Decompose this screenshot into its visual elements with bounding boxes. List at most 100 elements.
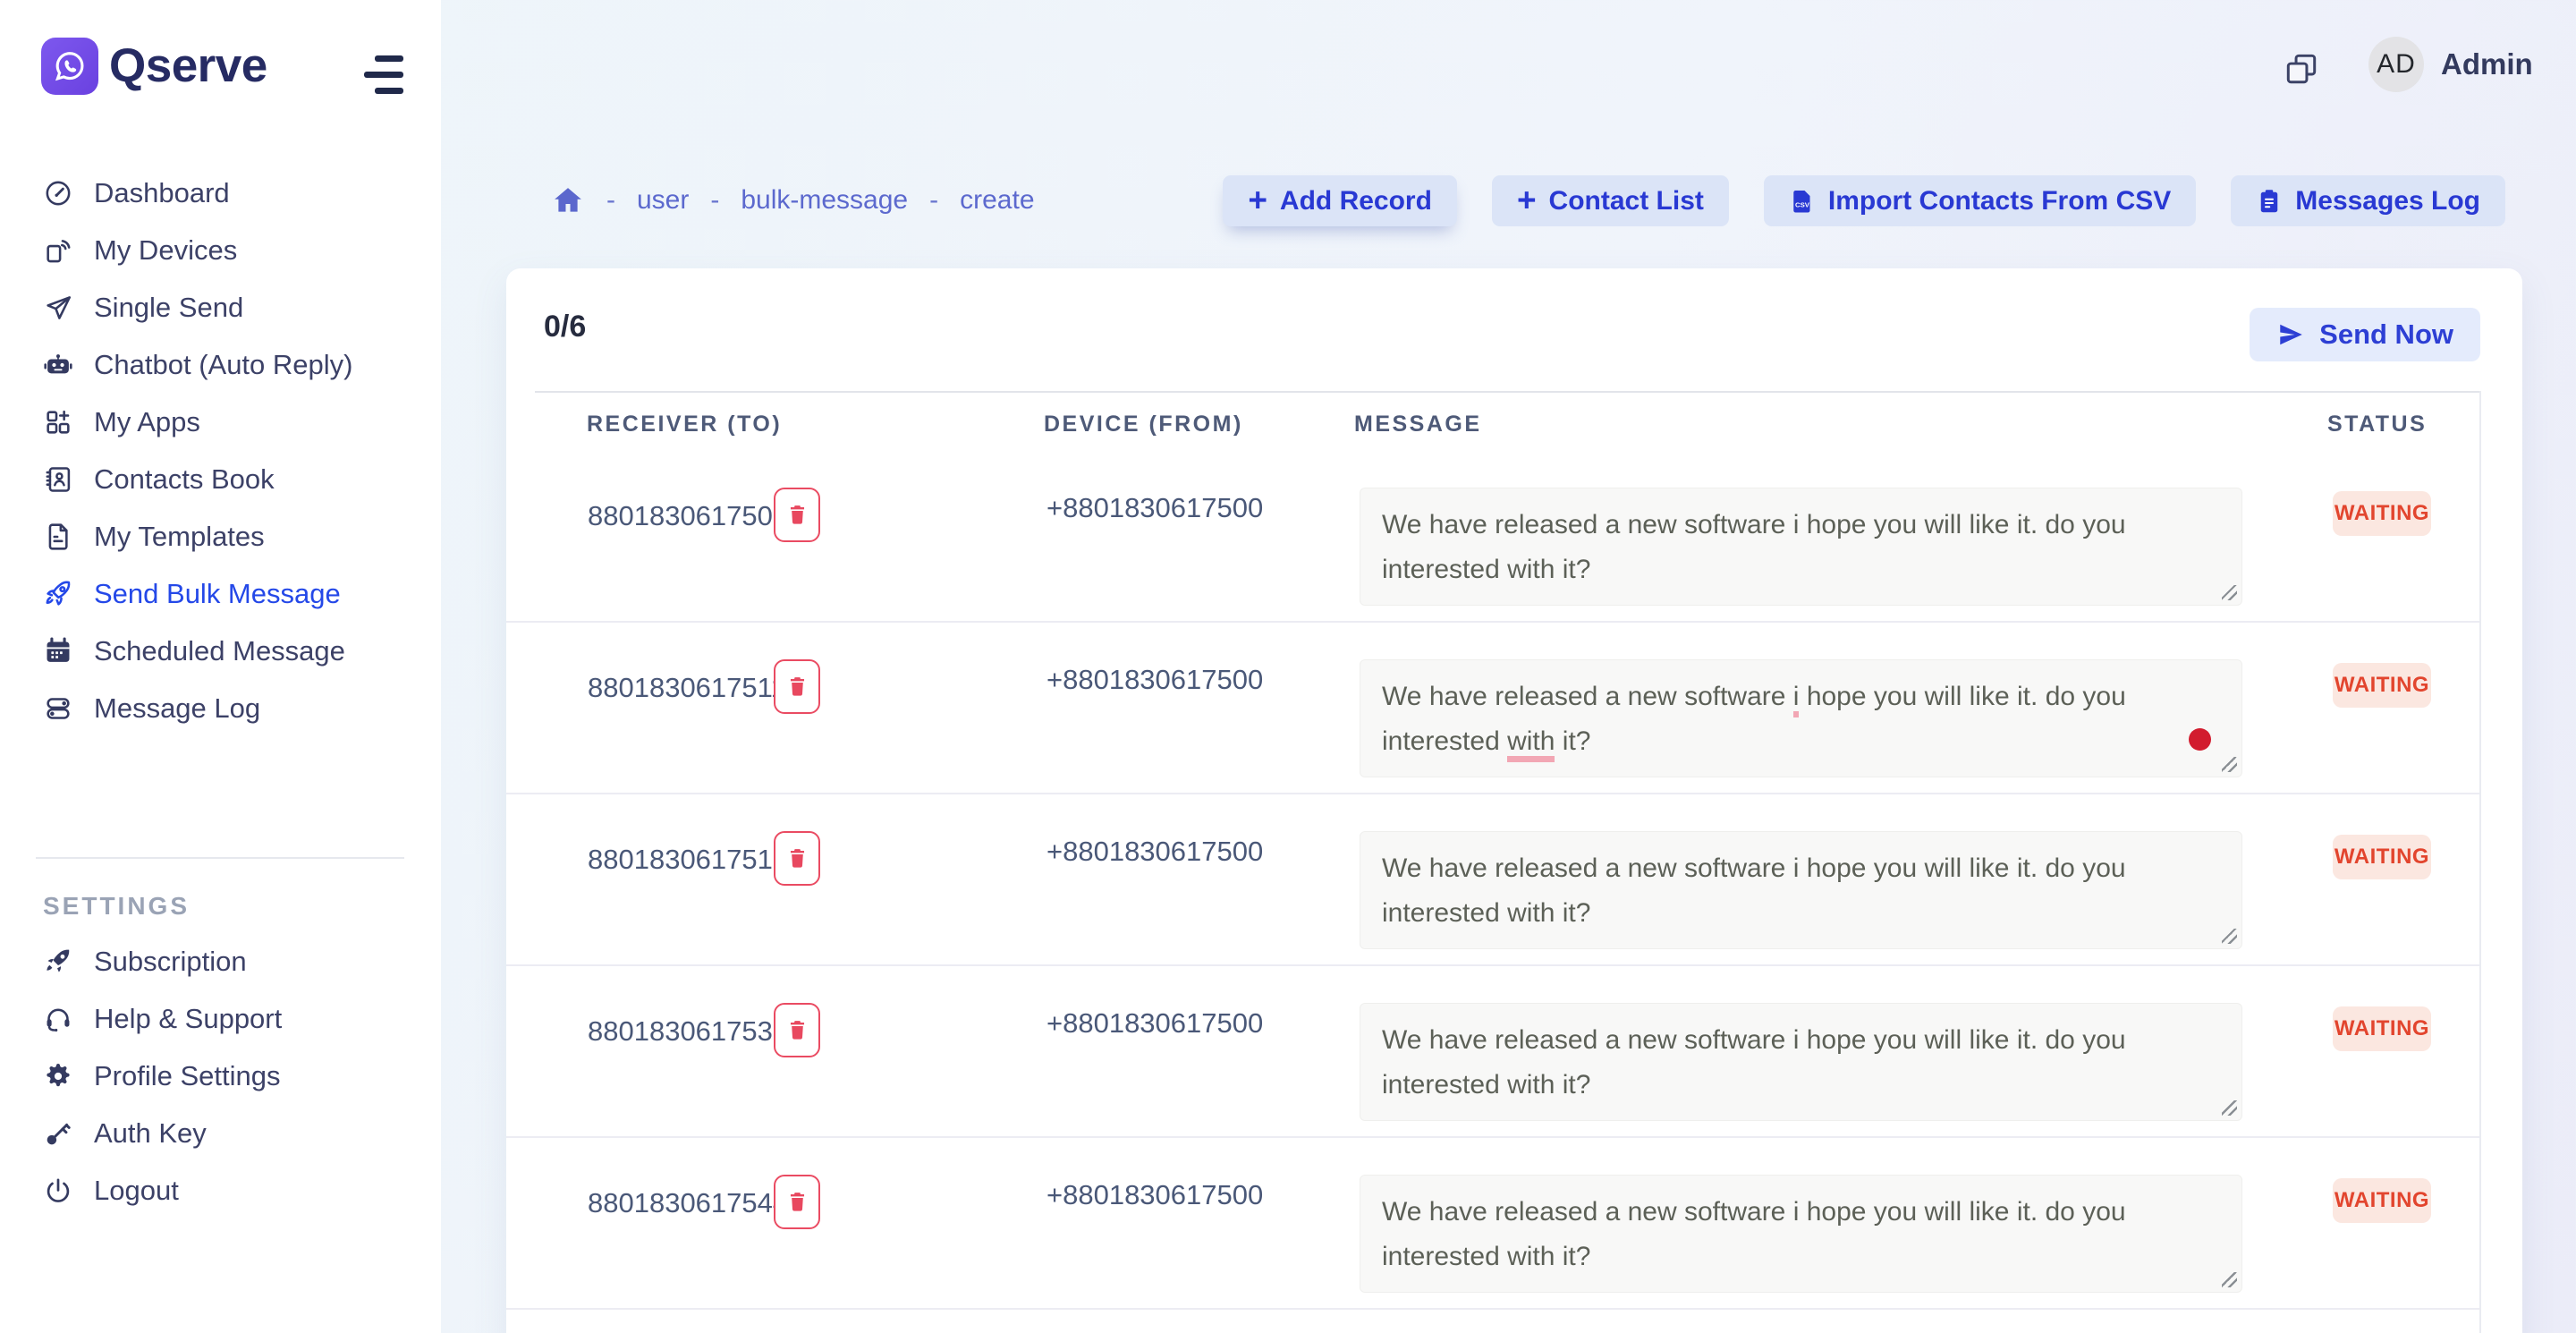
- breadcrumb-separator: -: [929, 185, 938, 216]
- delete-record-button[interactable]: [774, 488, 820, 542]
- sidebar-item-logout[interactable]: Logout: [0, 1162, 441, 1219]
- contact-list-button[interactable]: + Contact List: [1492, 175, 1729, 226]
- column-header-message: MESSAGE: [1354, 412, 1482, 437]
- column-header-receiver: RECEIVER (TO): [587, 412, 782, 437]
- device-value: +8801830617500: [1046, 1007, 1263, 1040]
- sidebar-item-help-support[interactable]: Help & Support: [0, 990, 441, 1048]
- add-record-button[interactable]: + Add Record: [1223, 175, 1457, 226]
- table-row: 8801830617533 +8801830617500 We have rel…: [506, 966, 2479, 1138]
- sidebar-toggle-hamburger-icon[interactable]: [362, 52, 407, 98]
- delete-record-button[interactable]: [774, 1175, 820, 1229]
- sidebar-item-label: My Apps: [94, 406, 200, 438]
- receiver-value: 8801830617544: [588, 1187, 788, 1219]
- sidebar-item-dashboard[interactable]: Dashboard: [0, 165, 441, 222]
- power-icon: [43, 1176, 73, 1206]
- page-actions: + Add Record + Contact List CSV Import C…: [1223, 175, 2505, 226]
- phone-signal-icon: [43, 235, 73, 266]
- sidebar-item-message-log[interactable]: Message Log: [0, 680, 441, 737]
- sidebar: Qserve Dashboard My Devices: [0, 0, 441, 1333]
- toggles-icon: [43, 693, 73, 724]
- column-header-status: STATUS: [2327, 412, 2427, 437]
- table-row: 8801830617500 +8801830617500 We have rel…: [506, 451, 2479, 623]
- breadcrumb-separator: -: [606, 185, 615, 216]
- breadcrumb-bulk-message[interactable]: bulk-message: [741, 185, 908, 216]
- sidebar-item-label: Profile Settings: [94, 1060, 281, 1092]
- clipboard-icon: [2256, 188, 2283, 215]
- breadcrumb-create[interactable]: create: [960, 185, 1034, 216]
- button-label: Send Now: [2319, 318, 2453, 351]
- message-textarea[interactable]: We have released a new software i hope y…: [1360, 1003, 2242, 1121]
- send-now-button[interactable]: Send Now: [2250, 308, 2480, 361]
- brand-name: Qserve: [109, 38, 267, 95]
- document-icon: [43, 522, 73, 552]
- breadcrumb-user[interactable]: user: [637, 185, 689, 216]
- messages-log-button[interactable]: Messages Log: [2231, 175, 2505, 226]
- sidebar-item-send-bulk-message[interactable]: Send Bulk Message: [0, 565, 441, 623]
- calendar-icon: [43, 636, 73, 666]
- records-table: 8801830617500 +8801830617500 We have rel…: [506, 451, 2479, 1310]
- sidebar-item-label: Scheduled Message: [94, 635, 345, 667]
- delete-record-button[interactable]: [774, 1003, 820, 1057]
- sidebar-item-label: Help & Support: [94, 1003, 282, 1035]
- rocket-icon: [43, 579, 73, 609]
- table-scrollbar-track: [2479, 391, 2481, 1333]
- trash-icon: [785, 675, 809, 699]
- gear-icon: [43, 1061, 73, 1091]
- import-contacts-csv-button[interactable]: CSV Import Contacts From CSV: [1764, 175, 2196, 226]
- receiver-value: 8801830617533: [588, 1015, 788, 1048]
- button-label: Contact List: [1549, 186, 1704, 217]
- message-textarea[interactable]: We have released a new software i hope y…: [1360, 659, 2242, 777]
- bulk-message-panel: 0/6 Send Now RECEIVER (TO) DEVICE (FROM)…: [506, 268, 2522, 1333]
- delete-record-button[interactable]: [774, 659, 820, 714]
- sidebar-item-chatbot[interactable]: Chatbot (Auto Reply): [0, 336, 441, 394]
- button-label: Add Record: [1280, 186, 1432, 217]
- message-textarea[interactable]: We have released a new software i hope y…: [1360, 831, 2242, 949]
- dashboard-gauge-icon: [43, 178, 73, 208]
- status-badge: WAITING: [2333, 1006, 2431, 1051]
- sidebar-item-auth-key[interactable]: Auth Key: [0, 1105, 441, 1162]
- sidebar-item-my-devices[interactable]: My Devices: [0, 222, 441, 279]
- progress-counter: 0/6: [544, 310, 586, 344]
- sidebar-item-scheduled-message[interactable]: Scheduled Message: [0, 623, 441, 680]
- headset-icon: [43, 1004, 73, 1034]
- sidebar-item-label: My Devices: [94, 234, 237, 267]
- button-label: Messages Log: [2295, 186, 2480, 217]
- avatar-initials: AD: [2377, 49, 2416, 80]
- sidebar-item-label: Dashboard: [94, 177, 230, 209]
- breadcrumb-separator: -: [710, 185, 719, 216]
- spellcheck-indicator-dot: [2189, 728, 2211, 751]
- sidebar-item-contacts-book[interactable]: Contacts Book: [0, 451, 441, 508]
- avatar[interactable]: AD: [2368, 37, 2424, 92]
- sidebar-item-label: Auth Key: [94, 1117, 207, 1150]
- paper-plane-icon: [43, 293, 73, 323]
- sidebar-item-label: Single Send: [94, 292, 243, 324]
- sidebar-item-label: My Templates: [94, 521, 265, 553]
- table-row: 8801830617511 +8801830617500 We have rel…: [506, 623, 2479, 794]
- button-label: Import Contacts From CSV: [1828, 186, 2171, 217]
- message-textarea[interactable]: We have released a new software i hope y…: [1360, 488, 2242, 606]
- rocket-filled-icon: [43, 947, 73, 977]
- device-value: +8801830617500: [1046, 664, 1263, 696]
- sidebar-item-profile-settings[interactable]: Profile Settings: [0, 1048, 441, 1105]
- trash-icon: [785, 503, 809, 527]
- sidebar-item-single-send[interactable]: Single Send: [0, 279, 441, 336]
- device-value: +8801830617500: [1046, 1179, 1263, 1211]
- status-badge: WAITING: [2333, 663, 2431, 708]
- status-badge: WAITING: [2333, 491, 2431, 536]
- sidebar-item-my-templates[interactable]: My Templates: [0, 508, 441, 565]
- sidebar-item-label: Message Log: [94, 692, 260, 725]
- delete-record-button[interactable]: [774, 831, 820, 886]
- csv-file-icon: CSV: [1789, 188, 1816, 215]
- sidebar-menu: Dashboard My Devices Single Send: [0, 165, 441, 737]
- sidebar-item-my-apps[interactable]: My Apps: [0, 394, 441, 451]
- window-copy-icon[interactable]: [2283, 50, 2320, 88]
- key-icon: [43, 1118, 73, 1149]
- trash-icon: [785, 1018, 809, 1042]
- sidebar-item-label: Logout: [94, 1175, 179, 1207]
- sidebar-item-subscription[interactable]: Subscription: [0, 933, 441, 990]
- status-badge: WAITING: [2333, 1178, 2431, 1223]
- apps-grid-plus-icon: [43, 407, 73, 437]
- home-icon[interactable]: [551, 183, 585, 217]
- message-textarea[interactable]: We have released a new software i hope y…: [1360, 1175, 2242, 1293]
- device-value: +8801830617500: [1046, 492, 1263, 524]
